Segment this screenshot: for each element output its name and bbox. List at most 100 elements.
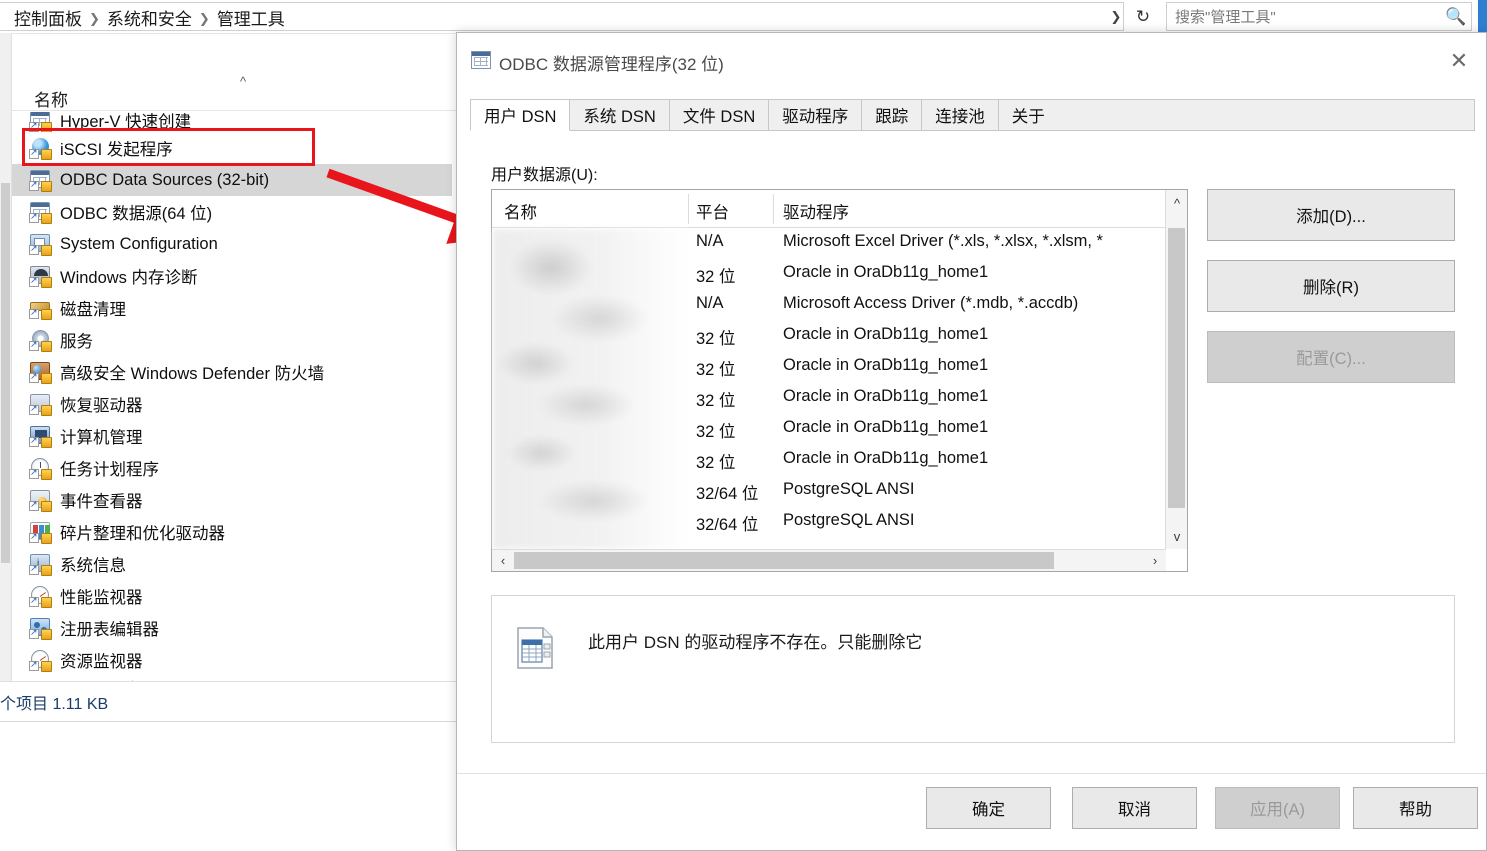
search-icon[interactable]: 🔍 [1441, 7, 1471, 27]
scrollbar-thumb[interactable] [514, 552, 1054, 569]
column-header-name[interactable]: 名称 [34, 86, 68, 111]
dsn-vertical-scrollbar[interactable]: ^ v [1165, 190, 1187, 549]
sysconf-icon [29, 233, 52, 256]
list-item[interactable]: 计算机管理 [12, 420, 452, 452]
list-item[interactable]: 恢复驱动器 [12, 388, 452, 420]
list-item[interactable]: 磁盘清理 [12, 292, 452, 324]
tab-2[interactable]: 文件 DSN [668, 99, 770, 130]
tab-6[interactable]: 关于 [997, 99, 1059, 130]
dialog-title-bar[interactable]: ODBC 数据源管理程序(32 位) ✕ [457, 33, 1486, 88]
odbc-icon [29, 201, 52, 224]
dsn-file-icon [517, 627, 553, 669]
dsn-button-1[interactable]: 删除(R) [1207, 260, 1455, 312]
cell-driver: PostgreSQL ANSI [783, 511, 915, 529]
broom-icon [29, 297, 52, 320]
breadcrumb-separator-icon: ❯ [198, 10, 210, 26]
cell-platform: 32 位 [696, 268, 736, 286]
cell-driver: Microsoft Access Driver (*.mdb, *.accdb) [783, 294, 1079, 312]
list-item[interactable]: Hyper-V 快速创建 [12, 112, 452, 132]
tab-0[interactable]: 用户 DSN [470, 99, 571, 131]
list-item[interactable]: 高级安全 Windows Defender 防火墙 [12, 356, 452, 388]
dsn-action-buttons: 添加(D)... 删除(R) 配置(C)... [1207, 189, 1455, 402]
list-item[interactable]: 任务计划程序 [12, 452, 452, 484]
list-item[interactable]: 碎片整理和优化驱动器 [12, 516, 452, 548]
list-item[interactable]: 系统信息 [12, 548, 452, 580]
file-list: Hyper-V 快速创建 iSCSI 发起程序 ODBC Data Sources … [12, 112, 452, 708]
cell-driver: Oracle in OraDb11g_home1 [783, 263, 989, 281]
list-item-label: 资源监视器 [60, 653, 143, 671]
breadcrumb: 控制面板 ❯ 系统和安全 ❯ 管理工具 [14, 4, 285, 30]
cell-platform: N/A [696, 294, 724, 312]
firewall-icon [29, 361, 52, 384]
list-item-label: 任务计划程序 [60, 461, 159, 479]
list-item[interactable]: 资源监视器 [12, 644, 452, 676]
list-item[interactable]: 性能监视器 [12, 580, 452, 612]
list-item[interactable]: ODBC 数据源(64 位) [12, 196, 452, 228]
list-item-label: 高级安全 Windows Defender 防火墙 [60, 365, 325, 383]
breadcrumb-item-0[interactable]: 控制面板 [14, 5, 82, 30]
list-item-label: 性能监视器 [60, 589, 143, 607]
close-icon[interactable]: ✕ [1438, 43, 1480, 79]
registry-icon [29, 617, 52, 640]
breadcrumb-item-2[interactable]: 管理工具 [217, 5, 285, 30]
dsn-button-0[interactable]: 添加(D)... [1207, 189, 1455, 241]
dsn-horizontal-scrollbar[interactable]: ‹ › [492, 549, 1166, 571]
event-icon [29, 489, 52, 512]
dsn-list-view[interactable]: 名称 平台 驱动程序 N/A Microsoft Excel Driver (*.… [491, 189, 1188, 572]
tab-strip: 用户 DSN 系统 DSN 文件 DSN 驱动程序 跟踪 连接池 关于 [470, 99, 1475, 131]
list-item[interactable]: 注册表编辑器 [12, 612, 452, 644]
list-item[interactable]: System Configuration [12, 228, 452, 260]
list-item-label: 磁盘清理 [60, 301, 126, 319]
odbc-dialog: ODBC 数据源管理程序(32 位) ✕ 用户 DSN 系统 DSN 文件 DSN 驱… [456, 32, 1487, 851]
tab-strip-filler [1057, 99, 1475, 130]
footer-button-0[interactable]: 确定 [926, 787, 1051, 829]
chevron-right-icon[interactable]: › [1144, 550, 1166, 570]
refresh-icon[interactable]: ↻ [1131, 5, 1155, 29]
scrollbar-thumb[interactable] [1, 183, 10, 563]
cell-driver: Oracle in OraDb11g_home1 [783, 387, 989, 405]
column-header-driver[interactable]: 驱动程序 [783, 199, 849, 223]
status-text: 个项目 1.11 KB [0, 696, 109, 713]
chevron-left-icon[interactable]: ‹ [492, 550, 514, 570]
screen: 控制面板 ❯ 系统和安全 ❯ 管理工具 ❯ ↻ 搜索"管理工具" 🔍 ^ 名称 … [0, 0, 1487, 851]
tab-4[interactable]: 跟踪 [861, 99, 923, 130]
defrag-icon [29, 521, 52, 544]
perf-icon [29, 585, 52, 608]
search-box[interactable]: 搜索"管理工具" 🔍 [1166, 2, 1472, 31]
chevron-down-icon[interactable]: v [1166, 525, 1188, 547]
list-item[interactable]: Windows 内存诊断 [12, 260, 452, 292]
footer-button-3[interactable]: 帮助 [1353, 787, 1478, 829]
list-item[interactable]: 事件查看器 [12, 484, 452, 516]
description-text: 此用户 DSN 的驱动程序不存在。只能删除它 [588, 633, 923, 652]
column-header-name[interactable]: 名称 [504, 199, 537, 223]
chevron-up-icon[interactable]: ^ [240, 74, 246, 89]
column-divider[interactable] [773, 194, 774, 224]
sysinfo-icon [29, 553, 52, 576]
odbc-icon [471, 51, 491, 69]
column-header-platform[interactable]: 平台 [696, 199, 729, 223]
tab-1[interactable]: 系统 DSN [569, 99, 670, 130]
cell-platform: 32 位 [696, 330, 736, 348]
list-item-label: 计算机管理 [60, 429, 143, 447]
search-input[interactable]: 搜索"管理工具" [1175, 6, 1441, 27]
column-divider[interactable] [688, 194, 689, 224]
cell-platform: 32 位 [696, 361, 736, 379]
memory-icon [29, 265, 52, 288]
scrollbar-thumb[interactable] [1168, 228, 1185, 508]
breadcrumb-item-1[interactable]: 系统和安全 [107, 5, 192, 30]
list-item[interactable]: ODBC Data Sources (32-bit) [12, 164, 452, 196]
list-item[interactable]: iSCSI 发起程序 [12, 132, 452, 164]
tab-5[interactable]: 连接池 [921, 99, 999, 130]
tab-3[interactable]: 驱动程序 [768, 99, 863, 130]
footer-button-1[interactable]: 取消 [1072, 787, 1197, 829]
chevron-down-icon[interactable]: ❯ [1105, 8, 1127, 26]
list-item-label: Windows 内存诊断 [60, 269, 198, 287]
cell-platform: 32/64 位 [696, 516, 759, 534]
footer-button-2: 应用(A) [1215, 787, 1340, 829]
clock-icon [29, 457, 52, 480]
list-item-label: 恢复驱动器 [60, 397, 143, 415]
chevron-up-icon[interactable]: ^ [1166, 192, 1188, 214]
explorer-vertical-scrollbar[interactable] [0, 33, 12, 681]
list-item[interactable]: 服务 [12, 324, 452, 356]
dialog-title: ODBC 数据源管理程序(32 位) [499, 55, 724, 74]
